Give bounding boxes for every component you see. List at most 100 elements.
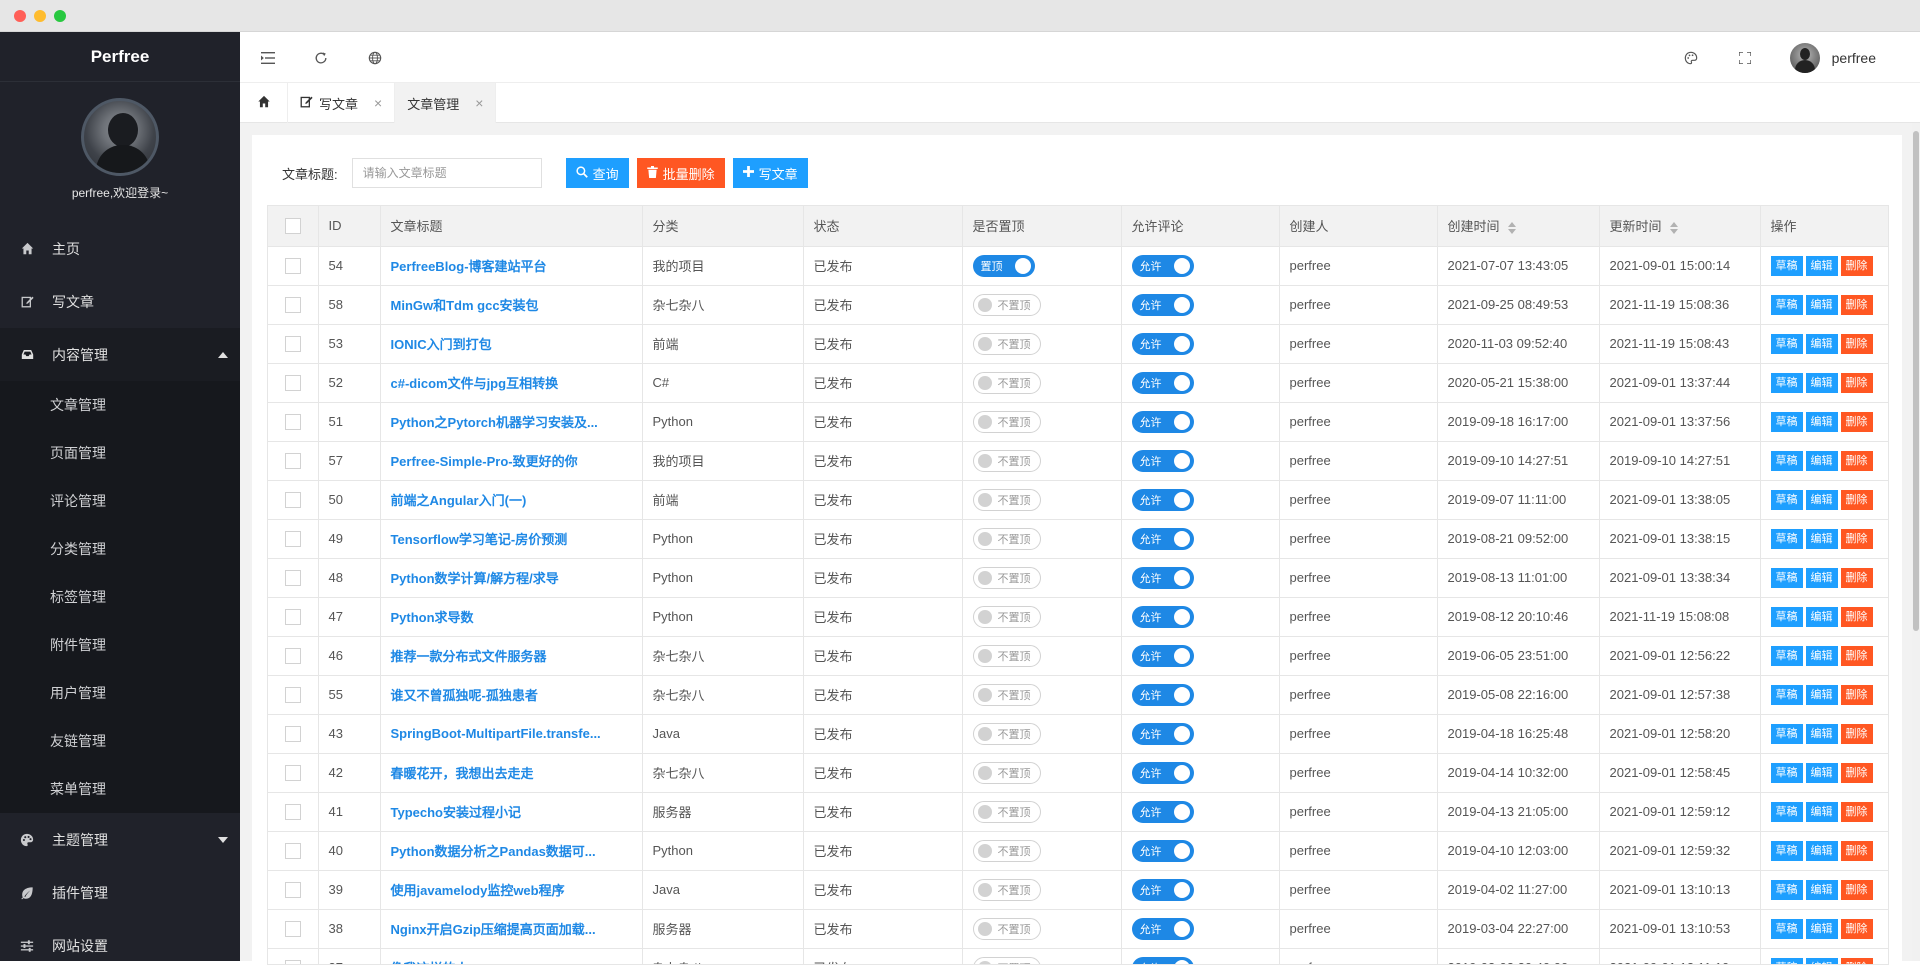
cell-title-link[interactable]: Python数据分析之Pandas数据可... — [380, 831, 642, 870]
cell-title-link[interactable]: 推荐一款分布式文件服务器 — [380, 636, 642, 675]
comment-toggle[interactable]: 允许 — [1132, 450, 1194, 472]
top-toggle[interactable]: 不置顶 — [973, 801, 1041, 823]
cell-title-link[interactable]: MinGw和Tdm gcc安装包 — [380, 285, 642, 324]
comment-toggle[interactable]: 允许 — [1132, 762, 1194, 784]
top-toggle[interactable]: 不置顶 — [973, 411, 1041, 433]
edit-button[interactable]: 编辑 — [1806, 763, 1838, 783]
delete-button[interactable]: 删除 — [1841, 685, 1873, 705]
comment-toggle[interactable]: 允许 — [1132, 411, 1194, 433]
edit-button[interactable]: 编辑 — [1806, 802, 1838, 822]
row-checkbox[interactable] — [285, 531, 301, 547]
sort-icon[interactable] — [1670, 222, 1678, 234]
top-toggle[interactable]: 不置顶 — [973, 450, 1041, 472]
delete-button[interactable]: 删除 — [1841, 919, 1873, 939]
comment-toggle[interactable]: 允许 — [1132, 918, 1194, 940]
select-all-checkbox[interactable] — [285, 218, 301, 234]
row-checkbox[interactable] — [285, 687, 301, 703]
cell-title-link[interactable]: 前端之Angular入门(一) — [380, 480, 642, 519]
comment-toggle[interactable]: 允许 — [1132, 489, 1194, 511]
tab-home[interactable] — [240, 83, 288, 123]
edit-button[interactable]: 编辑 — [1806, 880, 1838, 900]
fullscreen-icon[interactable] — [1737, 50, 1753, 66]
comment-toggle[interactable]: 允许 — [1132, 840, 1194, 862]
draft-button[interactable]: 草稿 — [1771, 880, 1803, 900]
draft-button[interactable]: 草稿 — [1771, 529, 1803, 549]
edit-button[interactable]: 编辑 — [1806, 256, 1838, 276]
top-toggle[interactable]: 不置顶 — [973, 840, 1041, 862]
delete-button[interactable]: 删除 — [1841, 802, 1873, 822]
delete-button[interactable]: 删除 — [1841, 334, 1873, 354]
row-checkbox[interactable] — [285, 726, 301, 742]
draft-button[interactable]: 草稿 — [1771, 646, 1803, 666]
comment-toggle[interactable]: 允许 — [1132, 801, 1194, 823]
comment-toggle[interactable]: 允许 — [1132, 333, 1194, 355]
edit-button[interactable]: 编辑 — [1806, 373, 1838, 393]
header-created[interactable]: 创建时间 — [1437, 206, 1599, 246]
draft-button[interactable]: 草稿 — [1771, 256, 1803, 276]
minimize-window-button[interactable] — [34, 10, 46, 22]
query-button[interactable]: 查询 — [566, 158, 629, 188]
delete-button[interactable]: 删除 — [1841, 295, 1873, 315]
draft-button[interactable]: 草稿 — [1771, 568, 1803, 588]
tab-write-article[interactable]: 写文章 × — [288, 83, 395, 123]
row-checkbox[interactable] — [285, 492, 301, 508]
row-checkbox[interactable] — [285, 843, 301, 859]
row-checkbox[interactable] — [285, 765, 301, 781]
cell-title-link[interactable]: Python求导数 — [380, 597, 642, 636]
comment-toggle[interactable]: 允许 — [1132, 684, 1194, 706]
title-search-input[interactable] — [352, 158, 542, 188]
delete-button[interactable]: 删除 — [1841, 373, 1873, 393]
draft-button[interactable]: 草稿 — [1771, 334, 1803, 354]
comment-toggle[interactable]: 允许 — [1132, 294, 1194, 316]
sidebar-item-link-manage[interactable]: 友链管理 — [0, 717, 240, 765]
sidebar-item-user-manage[interactable]: 用户管理 — [0, 669, 240, 717]
draft-button[interactable]: 草稿 — [1771, 451, 1803, 471]
draft-button[interactable]: 草稿 — [1771, 841, 1803, 861]
top-toggle[interactable]: 不置顶 — [973, 723, 1041, 745]
top-toggle[interactable]: 不置顶 — [973, 528, 1041, 550]
draft-button[interactable]: 草稿 — [1771, 685, 1803, 705]
edit-button[interactable]: 编辑 — [1806, 919, 1838, 939]
edit-button[interactable]: 编辑 — [1806, 529, 1838, 549]
theme-palette-icon[interactable] — [1683, 50, 1699, 66]
cell-title-link[interactable]: Python数学计算/解方程/求导 — [380, 558, 642, 597]
draft-button[interactable]: 草稿 — [1771, 295, 1803, 315]
comment-toggle[interactable]: 允许 — [1132, 879, 1194, 901]
tab-article-manage[interactable]: 文章管理 × — [395, 83, 496, 123]
row-checkbox[interactable] — [285, 453, 301, 469]
delete-button[interactable]: 删除 — [1841, 529, 1873, 549]
top-toggle[interactable]: 不置顶 — [973, 489, 1041, 511]
delete-button[interactable]: 删除 — [1841, 607, 1873, 627]
maximize-window-button[interactable] — [54, 10, 66, 22]
edit-button[interactable]: 编辑 — [1806, 958, 1838, 965]
header-updated[interactable]: 更新时间 — [1599, 206, 1760, 246]
sidebar-item-settings[interactable]: 网站设置 — [0, 919, 240, 961]
comment-toggle[interactable]: 允许 — [1132, 567, 1194, 589]
delete-button[interactable]: 删除 — [1841, 958, 1873, 965]
comment-toggle[interactable]: 允许 — [1132, 606, 1194, 628]
delete-button[interactable]: 删除 — [1841, 451, 1873, 471]
refresh-icon[interactable] — [313, 50, 329, 66]
comment-toggle[interactable]: 允许 — [1132, 528, 1194, 550]
cell-title-link[interactable]: Nginx开启Gzip压缩提高页面加载... — [380, 909, 642, 948]
row-checkbox[interactable] — [285, 804, 301, 820]
draft-button[interactable]: 草稿 — [1771, 763, 1803, 783]
row-checkbox[interactable] — [285, 336, 301, 352]
cell-title-link[interactable]: IONIC入门到打包 — [380, 324, 642, 363]
draft-button[interactable]: 草稿 — [1771, 373, 1803, 393]
top-toggle[interactable]: 置顶 — [973, 255, 1035, 277]
draft-button[interactable]: 草稿 — [1771, 607, 1803, 627]
edit-button[interactable]: 编辑 — [1806, 724, 1838, 744]
scrollbar[interactable] — [1912, 123, 1920, 961]
comment-toggle[interactable]: 允许 — [1132, 255, 1194, 277]
edit-button[interactable]: 编辑 — [1806, 685, 1838, 705]
row-checkbox[interactable] — [285, 297, 301, 313]
delete-button[interactable]: 删除 — [1841, 841, 1873, 861]
sidebar-item-attachment-manage[interactable]: 附件管理 — [0, 621, 240, 669]
sidebar-item-menu-manage[interactable]: 菜单管理 — [0, 765, 240, 813]
top-toggle[interactable]: 不置顶 — [973, 762, 1041, 784]
row-checkbox[interactable] — [285, 375, 301, 391]
globe-icon[interactable] — [367, 50, 383, 66]
top-toggle[interactable]: 不置顶 — [973, 918, 1041, 940]
delete-button[interactable]: 删除 — [1841, 490, 1873, 510]
